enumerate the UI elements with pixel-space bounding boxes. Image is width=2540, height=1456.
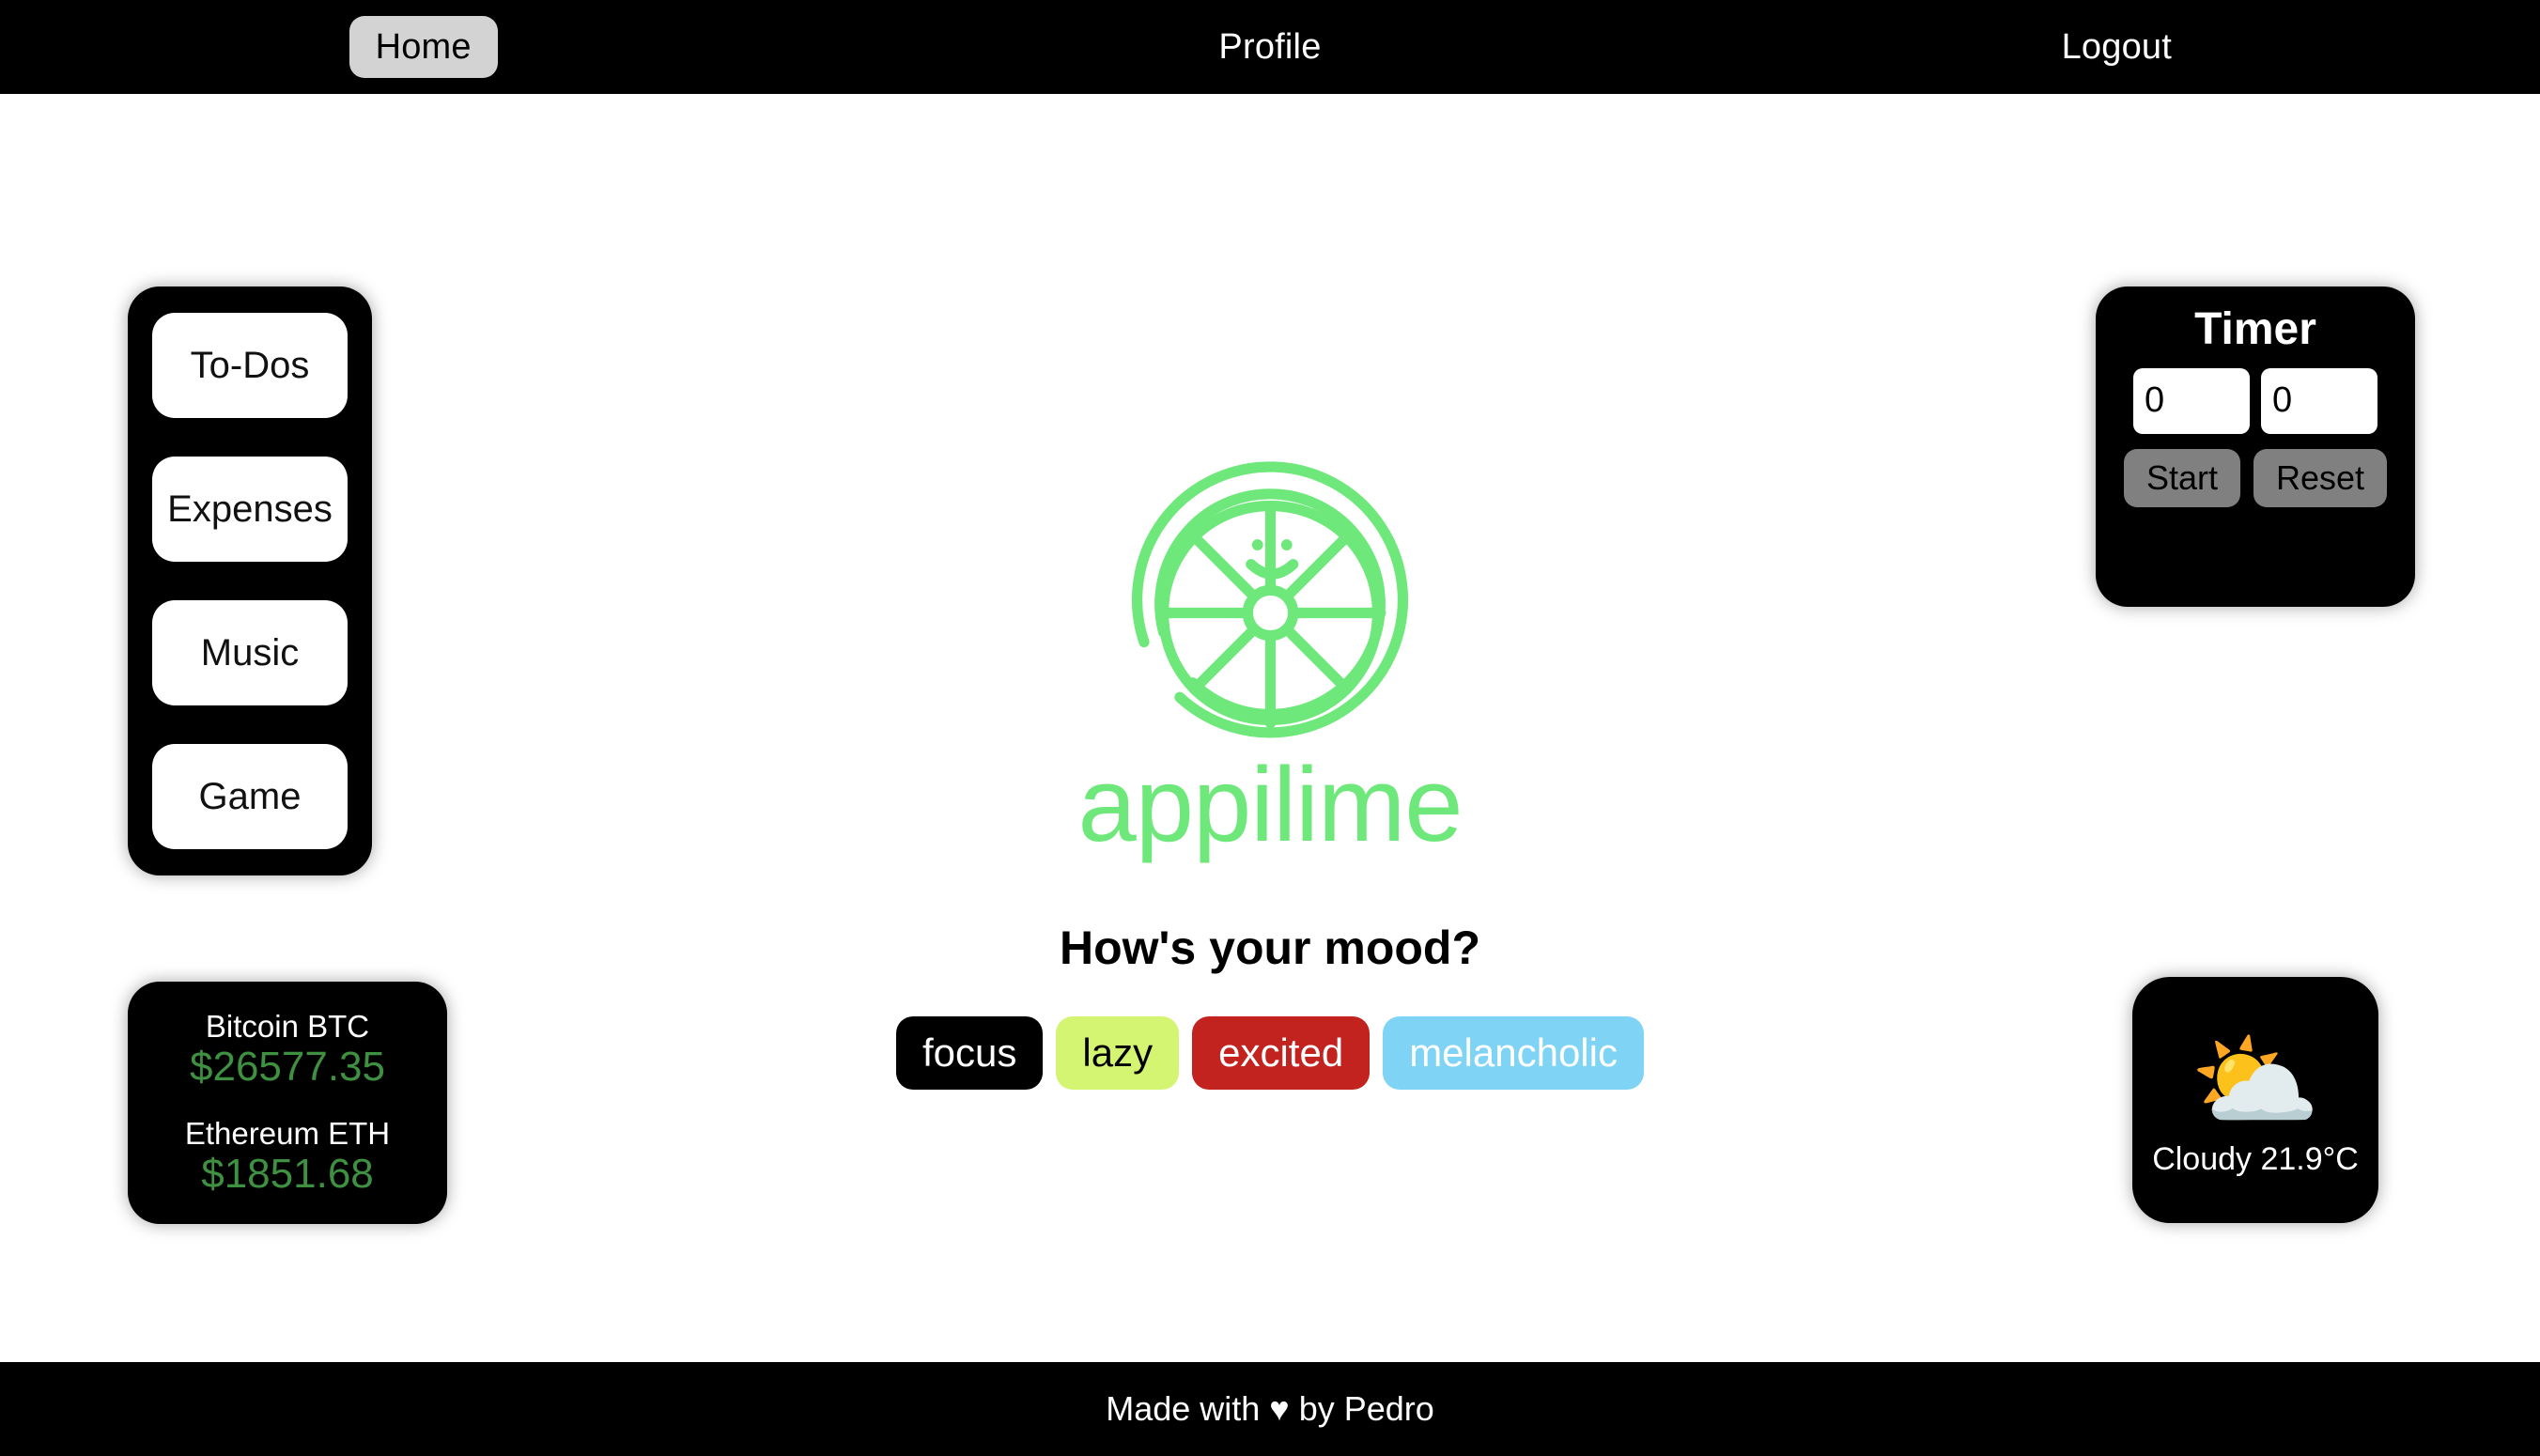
- crypto-price-ethereum: $1851.68: [201, 1150, 374, 1197]
- crypto-row-ethereum: Ethereum ETH $1851.68: [185, 1116, 390, 1197]
- nav-link-home[interactable]: Home: [348, 16, 498, 78]
- sidebar-item-expenses[interactable]: Expenses: [152, 457, 348, 562]
- mood-heading: How's your mood?: [1060, 921, 1480, 974]
- crypto-price-bitcoin: $26577.35: [190, 1043, 385, 1090]
- sun-behind-cloud-icon: ⛅: [2190, 1021, 2321, 1139]
- timer-input-group: [2133, 367, 2377, 434]
- heart-icon: ♥: [1269, 1389, 1290, 1428]
- weather-widget: ⛅ Cloudy 21.9°C: [2132, 977, 2378, 1223]
- nav-link-profile[interactable]: Profile: [1192, 16, 1347, 78]
- sidebar-item-music[interactable]: Music: [152, 600, 348, 705]
- top-navbar: Home Profile Logout: [0, 0, 2540, 94]
- timer-start-button[interactable]: Start: [2123, 448, 2240, 507]
- footer-suffix: by Pedro: [1298, 1389, 1434, 1428]
- sidebar-item-todos[interactable]: To-Dos: [152, 313, 348, 418]
- timer-widget: Timer Start Reset: [2096, 287, 2415, 607]
- mood-button-lazy[interactable]: lazy: [1056, 1015, 1180, 1090]
- nav-slot-profile: Profile: [846, 16, 1693, 78]
- timer-button-group: Start Reset: [2123, 448, 2388, 507]
- mood-button-excited[interactable]: excited: [1192, 1015, 1371, 1090]
- crypto-name-ethereum: Ethereum ETH: [184, 1116, 391, 1151]
- brand-logo: [1108, 451, 1433, 775]
- main-content: appilime How's your mood? focus lazy exc…: [847, 451, 1693, 1090]
- timer-title: Timer: [2194, 304, 2316, 354]
- timer-seconds-input[interactable]: [2261, 367, 2377, 434]
- nav-slot-home: Home: [0, 16, 846, 78]
- page-footer: Made with ♥ by Pedro: [0, 1362, 2540, 1456]
- crypto-row-bitcoin: Bitcoin BTC $26577.35: [190, 1009, 385, 1090]
- nav-slot-logout: Logout: [1694, 16, 2540, 78]
- weather-condition-text: Cloudy 21.9°C: [2152, 1140, 2359, 1177]
- footer-credit: Made with ♥ by Pedro: [1106, 1392, 1434, 1426]
- sidebar-menu-panel: To-Dos Expenses Music Game: [128, 287, 372, 875]
- crypto-name-bitcoin: Bitcoin BTC: [205, 1008, 370, 1044]
- footer-prefix: Made with: [1106, 1389, 1261, 1428]
- crypto-prices-widget: Bitcoin BTC $26577.35 Ethereum ETH $1851…: [128, 982, 447, 1224]
- timer-reset-button[interactable]: Reset: [2253, 448, 2388, 507]
- brand-wordmark: appilime: [1077, 746, 1463, 863]
- lime-slice-smiley-icon: [1131, 461, 1408, 738]
- mood-button-focus[interactable]: focus: [896, 1015, 1044, 1090]
- sidebar-item-game[interactable]: Game: [152, 744, 348, 849]
- timer-minutes-input[interactable]: [2133, 367, 2250, 434]
- mood-button-group: focus lazy excited melancholic: [896, 1015, 1644, 1090]
- mood-button-melancholic[interactable]: melancholic: [1383, 1015, 1644, 1090]
- nav-link-logout[interactable]: Logout: [2036, 16, 2198, 78]
